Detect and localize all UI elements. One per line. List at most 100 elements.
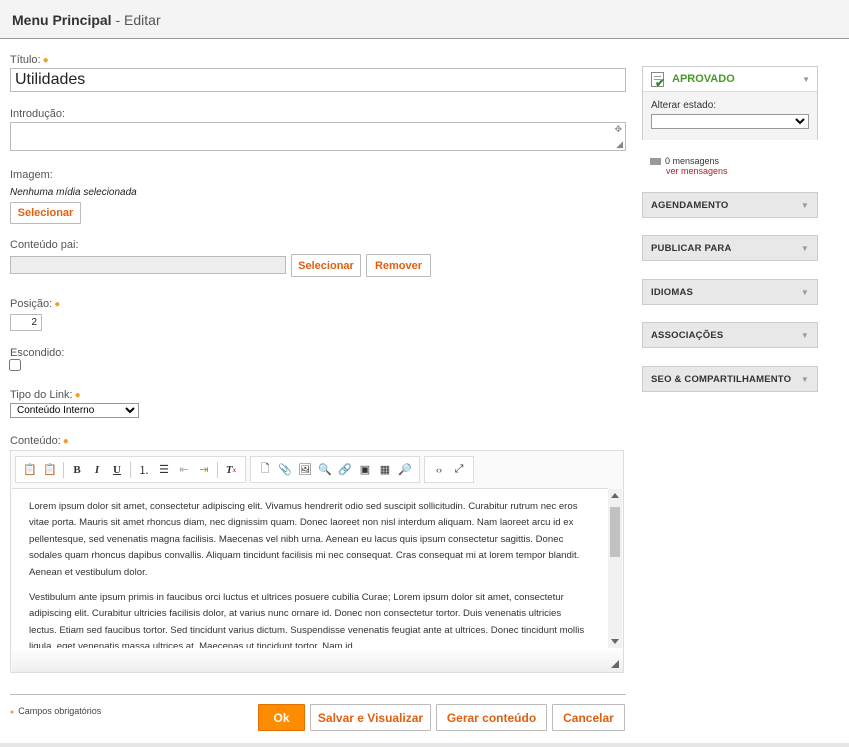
imagem-none-text: Nenhuma mídia selecionada	[10, 187, 137, 198]
status-body: Alterar estado:	[643, 92, 817, 140]
paste-icon[interactable]: 📋	[21, 461, 39, 479]
toolbar-group-insert: 🗋 📎 🖼 🔍 🔗 ▣ ▦ 🔎	[250, 456, 420, 483]
tipo-link-label-text: Tipo do Link:	[10, 389, 73, 401]
change-state-select[interactable]	[651, 114, 809, 129]
editor-content[interactable]: Lorem ipsum dolor sit amet, consectetur …	[12, 488, 608, 648]
status-state: APROVADO	[672, 73, 735, 85]
chevron-down-icon: ▼	[800, 287, 809, 297]
page-subtitle: Editar	[124, 12, 161, 28]
chevron-down-icon: ▼	[800, 243, 809, 253]
messages-count: 0 mensagens	[665, 156, 720, 166]
envelope-icon	[650, 158, 661, 166]
link-icon[interactable]: 🔗	[336, 461, 354, 479]
scroll-up-icon[interactable]	[611, 493, 619, 498]
bottom-strip	[0, 743, 849, 747]
panel-publicar-para[interactable]: PUBLICAR PARA ▼	[642, 235, 818, 261]
imagem-label: Imagem:	[10, 169, 53, 181]
change-state-label: Alterar estado:	[651, 100, 717, 111]
image-icon[interactable]: 🖼	[296, 461, 314, 479]
find-icon[interactable]: 🔍	[316, 461, 334, 479]
page-title: Menu Principal	[12, 12, 112, 28]
resize-handle-icon[interactable]: ◢	[616, 139, 623, 150]
panel-seo[interactable]: SEO & COMPARTILHAMENTO ▼	[642, 366, 818, 392]
toolbar-separator	[130, 461, 131, 478]
fullscreen-icon[interactable]: ⤢	[450, 461, 468, 479]
rich-text-editor: 📋 📋 B I U ⒈ ☰ ⇤ ⇥ Tx 🗋 📎 🖼 🔍 🔗 ▣ ▦ 🔎 ‹› …	[10, 450, 624, 673]
footer-divider	[10, 694, 626, 695]
chevron-down-icon: ▼	[800, 330, 809, 340]
paste-text-icon[interactable]: 📋	[41, 461, 59, 479]
attachment-icon[interactable]: 📎	[276, 461, 294, 479]
editor-toolbar: 📋 📋 B I U ⒈ ☰ ⇤ ⇥ Tx 🗋 📎 🖼 🔍 🔗 ▣ ▦ 🔎 ‹› …	[15, 456, 474, 484]
underline-icon[interactable]: U	[108, 461, 126, 479]
resize-grip-icon[interactable]	[611, 660, 619, 668]
imagem-select-button[interactable]: Selecionar	[10, 202, 81, 224]
required-icon: ●	[62, 436, 69, 447]
introducao-textarea[interactable]: ✥ ◢	[10, 122, 626, 151]
editor-paragraph: Lorem ipsum dolor sit amet, consectetur …	[29, 501, 580, 578]
toolbar-group-clipboard: 📋 📋 B I U ⒈ ☰ ⇤ ⇥ Tx	[15, 456, 246, 483]
titulo-label: Título: ●	[10, 54, 49, 66]
conteudo-pai-select-button[interactable]: Selecionar	[291, 254, 361, 277]
toolbar-separator	[63, 461, 64, 478]
posicao-label: Posição: ●	[10, 298, 60, 310]
remove-format-icon[interactable]: Tx	[222, 461, 240, 479]
conteudo-pai-label: Conteúdo pai:	[10, 239, 79, 251]
panel-agendamento[interactable]: AGENDAMENTO ▼	[642, 192, 818, 218]
tipo-link-select[interactable]: Conteúdo Interno	[10, 403, 139, 418]
numbered-list-icon[interactable]: ⒈	[135, 461, 153, 479]
required-icon: ●	[10, 709, 15, 716]
status-box: ✔ APROVADO ▼ Alterar estado:	[642, 66, 818, 140]
introducao-label: Introdução:	[10, 108, 66, 120]
view-messages-link[interactable]: ver mensagens	[666, 166, 728, 176]
search-icon[interactable]: 🔎	[396, 461, 414, 479]
panel-title: ASSOCIAÇÕES	[651, 329, 724, 341]
page-header: Menu Principal - Editar	[0, 0, 849, 39]
conteudo-label-text: Conteúdo:	[10, 435, 61, 447]
conteudo-pai-field	[10, 256, 286, 274]
panel-idiomas[interactable]: IDIOMAS ▼	[642, 279, 818, 305]
panel-title: AGENDAMENTO	[651, 199, 729, 211]
status-header[interactable]: ✔ APROVADO ▼	[643, 67, 817, 92]
document-icon[interactable]: 🗋	[256, 461, 274, 479]
chevron-down-icon: ▼	[800, 374, 809, 384]
escondido-label: Escondido:	[10, 347, 65, 359]
required-icon: ●	[54, 299, 61, 310]
required-note-text: Campos obrigatórios	[18, 706, 102, 716]
cancel-button[interactable]: Cancelar	[552, 704, 625, 731]
required-note: ● Campos obrigatórios	[10, 706, 101, 716]
outdent-icon[interactable]: ⇤	[175, 461, 193, 479]
posicao-label-text: Posição:	[10, 298, 53, 310]
titulo-input[interactable]	[10, 68, 626, 92]
required-icon: ●	[42, 55, 49, 66]
scroll-down-icon[interactable]	[611, 639, 619, 644]
tipo-link-label: Tipo do Link: ●	[10, 389, 81, 401]
bold-icon[interactable]: B	[68, 461, 86, 479]
expand-icon[interactable]: ✥	[614, 124, 622, 135]
conteudo-label: Conteúdo: ●	[10, 435, 69, 447]
chevron-down-icon[interactable]: ▼	[802, 75, 810, 84]
gallery-icon[interactable]: ▦	[376, 461, 394, 479]
indent-icon[interactable]: ⇥	[195, 461, 213, 479]
ok-button[interactable]: Ok	[258, 704, 305, 731]
toolbar-group-view: ‹› ⤢	[424, 456, 474, 483]
save-preview-button[interactable]: Salvar e Visualizar	[310, 704, 431, 731]
editor-status-bar	[12, 648, 623, 672]
chevron-down-icon: ▼	[800, 200, 809, 210]
panel-title: PUBLICAR PARA	[651, 242, 732, 254]
media-icon[interactable]: ▣	[356, 461, 374, 479]
source-code-icon[interactable]: ‹›	[430, 461, 448, 479]
approved-doc-icon: ✔	[651, 71, 665, 89]
editor-scrollbar[interactable]	[608, 489, 622, 648]
conteudo-pai-remove-button[interactable]: Remover	[366, 254, 431, 277]
generate-content-button[interactable]: Gerar conteúdo	[436, 704, 547, 731]
titulo-label-text: Título:	[10, 54, 41, 66]
bullet-list-icon[interactable]: ☰	[155, 461, 173, 479]
panel-associacoes[interactable]: ASSOCIAÇÕES ▼	[642, 322, 818, 348]
escondido-checkbox[interactable]	[9, 359, 21, 371]
posicao-input[interactable]	[10, 314, 42, 331]
required-icon: ●	[74, 390, 81, 401]
messages-block: 0 mensagens ver mensagens	[650, 156, 728, 176]
italic-icon[interactable]: I	[88, 461, 106, 479]
scrollbar-thumb[interactable]	[610, 507, 620, 557]
